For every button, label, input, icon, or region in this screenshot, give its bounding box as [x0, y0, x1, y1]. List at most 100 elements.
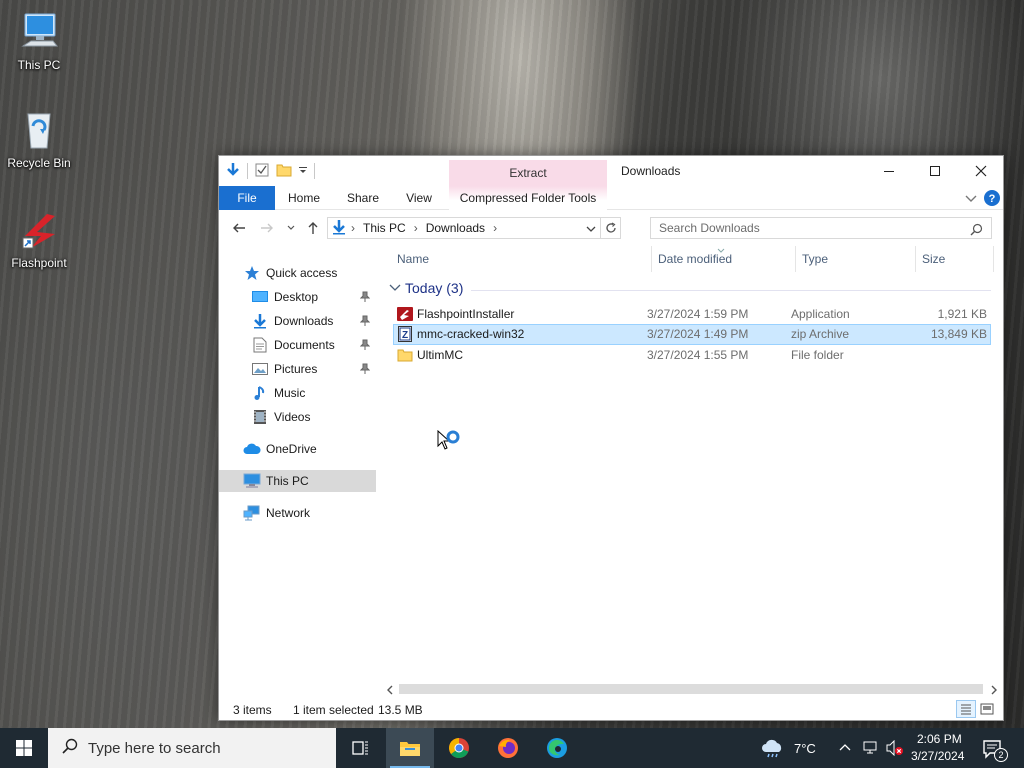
forward-button[interactable] [259, 220, 275, 239]
busy-cursor-icon [437, 429, 463, 457]
group-divider [471, 290, 991, 291]
nav-label: This PC [266, 474, 309, 488]
nav-item-documents[interactable]: Documents [219, 334, 376, 356]
taskbar-firefox[interactable] [484, 728, 532, 768]
search-input[interactable]: Search Downloads [650, 217, 992, 239]
horizontal-scrollbar[interactable] [383, 682, 1003, 696]
pin-icon[interactable] [359, 363, 371, 378]
taskbar-search-input[interactable]: Type here to search [48, 728, 336, 768]
desktop-icon-this-pc[interactable]: This PC [1, 10, 77, 72]
column-divider[interactable] [795, 246, 796, 272]
file-date: 3/27/2024 1:55 PM [647, 348, 749, 362]
large-icons-view-button[interactable] [979, 701, 995, 720]
tab-compressed-folder-tools[interactable]: Compressed Folder Tools [449, 186, 607, 210]
contextual-tab-group-extract: Extract [449, 160, 607, 186]
pin-icon[interactable] [359, 339, 371, 354]
desktop-icon-recycle-bin[interactable]: Recycle Bin [1, 108, 77, 170]
file-row-ultimmc[interactable]: UltimMC 3/27/2024 1:55 PM File folder [393, 345, 991, 366]
title-bar: Extract Downloads [219, 156, 1003, 186]
task-view-button[interactable] [336, 728, 384, 768]
maximize-button[interactable] [912, 156, 958, 186]
column-divider[interactable] [993, 246, 994, 272]
minimize-button[interactable] [866, 156, 912, 186]
file-date: 3/27/2024 1:49 PM [647, 327, 749, 341]
back-button[interactable] [231, 220, 247, 239]
window-title: Downloads [621, 164, 681, 178]
nav-this-pc[interactable]: This PC [219, 470, 376, 492]
scrollbar-thumb[interactable] [399, 684, 983, 694]
refresh-button[interactable] [600, 218, 620, 238]
column-divider[interactable] [651, 246, 652, 272]
network-tray-icon[interactable] [862, 740, 880, 759]
file-size: 1,921 KB [937, 307, 987, 321]
scroll-right-icon[interactable] [989, 684, 999, 698]
nav-label: Pictures [274, 362, 318, 376]
file-explorer-icon [400, 742, 420, 756]
file-row-mmc-cracked-win32[interactable]: Z mmc-cracked-win32 3/27/2024 1:49 PM zi… [393, 324, 991, 345]
taskbar-chrome[interactable] [435, 728, 483, 768]
download-arrow-icon [225, 162, 241, 181]
pin-icon[interactable] [359, 291, 371, 306]
column-header-name[interactable]: Name [397, 252, 429, 266]
file-date: 3/27/2024 1:59 PM [647, 307, 749, 321]
scroll-left-icon[interactable] [385, 684, 395, 698]
search-icon [970, 222, 983, 242]
nav-network[interactable]: Network [219, 502, 376, 524]
file-row-flashpointinstaller[interactable]: FlashpointInstaller 3/27/2024 1:59 PM Ap… [393, 304, 991, 325]
column-header-size[interactable]: Size [922, 252, 945, 266]
group-header-today[interactable]: Today (3) [389, 280, 463, 296]
show-hidden-icons-chevron-icon[interactable] [838, 741, 852, 756]
this-pc-icon [243, 473, 261, 489]
customize-toolbar-dropdown-icon[interactable] [298, 162, 308, 181]
nav-onedrive[interactable]: OneDrive [219, 438, 376, 460]
clock-date[interactable]: 3/27/2024 [911, 749, 964, 763]
address-bar[interactable]: › This PC › Downloads › [327, 217, 621, 239]
refresh-icon [605, 222, 616, 233]
recent-locations-button[interactable] [286, 222, 296, 236]
tab-file[interactable]: File [219, 186, 275, 210]
taskbar-file-explorer[interactable] [386, 728, 434, 768]
taskbar-edge[interactable] [533, 728, 581, 768]
weather-cloud-icon[interactable] [761, 738, 787, 761]
column-header-date-modified[interactable]: Date modified [658, 252, 732, 266]
nav-item-downloads[interactable]: Downloads [219, 310, 376, 332]
task-view-icon [352, 741, 368, 755]
toolbar-separator [314, 163, 315, 179]
videos-folder-icon [251, 409, 269, 425]
breadcrumb-downloads[interactable]: Downloads [426, 221, 485, 235]
breadcrumb-this-pc[interactable]: This PC [363, 221, 406, 235]
start-button[interactable] [0, 728, 48, 768]
tab-share[interactable]: Share [337, 186, 389, 210]
details-view-button[interactable] [956, 700, 976, 718]
close-icon [975, 165, 987, 177]
address-dropdown-icon[interactable] [586, 223, 596, 237]
expand-ribbon-icon[interactable] [965, 193, 977, 207]
column-divider[interactable] [915, 246, 916, 272]
volume-muted-icon[interactable] [886, 739, 904, 759]
nav-item-videos[interactable]: Videos [219, 406, 376, 428]
weather-temperature[interactable]: 7°C [794, 741, 816, 756]
tab-home[interactable]: Home [279, 186, 329, 210]
tab-view[interactable]: View [395, 186, 443, 210]
properties-icon[interactable] [254, 162, 270, 181]
navigation-pane: Quick access Desktop Downloads Documents… [219, 254, 376, 694]
desktop-icon-flashpoint[interactable]: Flashpoint [1, 208, 77, 270]
nav-label: Videos [274, 410, 311, 424]
music-folder-icon [251, 385, 269, 401]
clock-time[interactable]: 2:06 PM [917, 732, 962, 746]
nav-item-music[interactable]: Music [219, 382, 376, 404]
nav-item-pictures[interactable]: Pictures [219, 358, 376, 380]
up-button[interactable] [305, 220, 321, 239]
nav-quick-access[interactable]: Quick access [219, 262, 376, 284]
help-icon[interactable]: ? [983, 189, 1001, 210]
column-header-type[interactable]: Type [802, 252, 828, 266]
navigation-bar: › This PC › Downloads › Search Downloads [219, 214, 1003, 242]
pin-icon[interactable] [359, 315, 371, 330]
network-icon [243, 505, 261, 521]
firefox-icon [498, 738, 518, 758]
svg-text:Z: Z [402, 330, 408, 341]
svg-text:?: ? [989, 193, 996, 205]
nav-item-desktop[interactable]: Desktop [219, 286, 376, 308]
new-folder-icon[interactable] [276, 162, 292, 181]
close-button[interactable] [958, 156, 1004, 186]
